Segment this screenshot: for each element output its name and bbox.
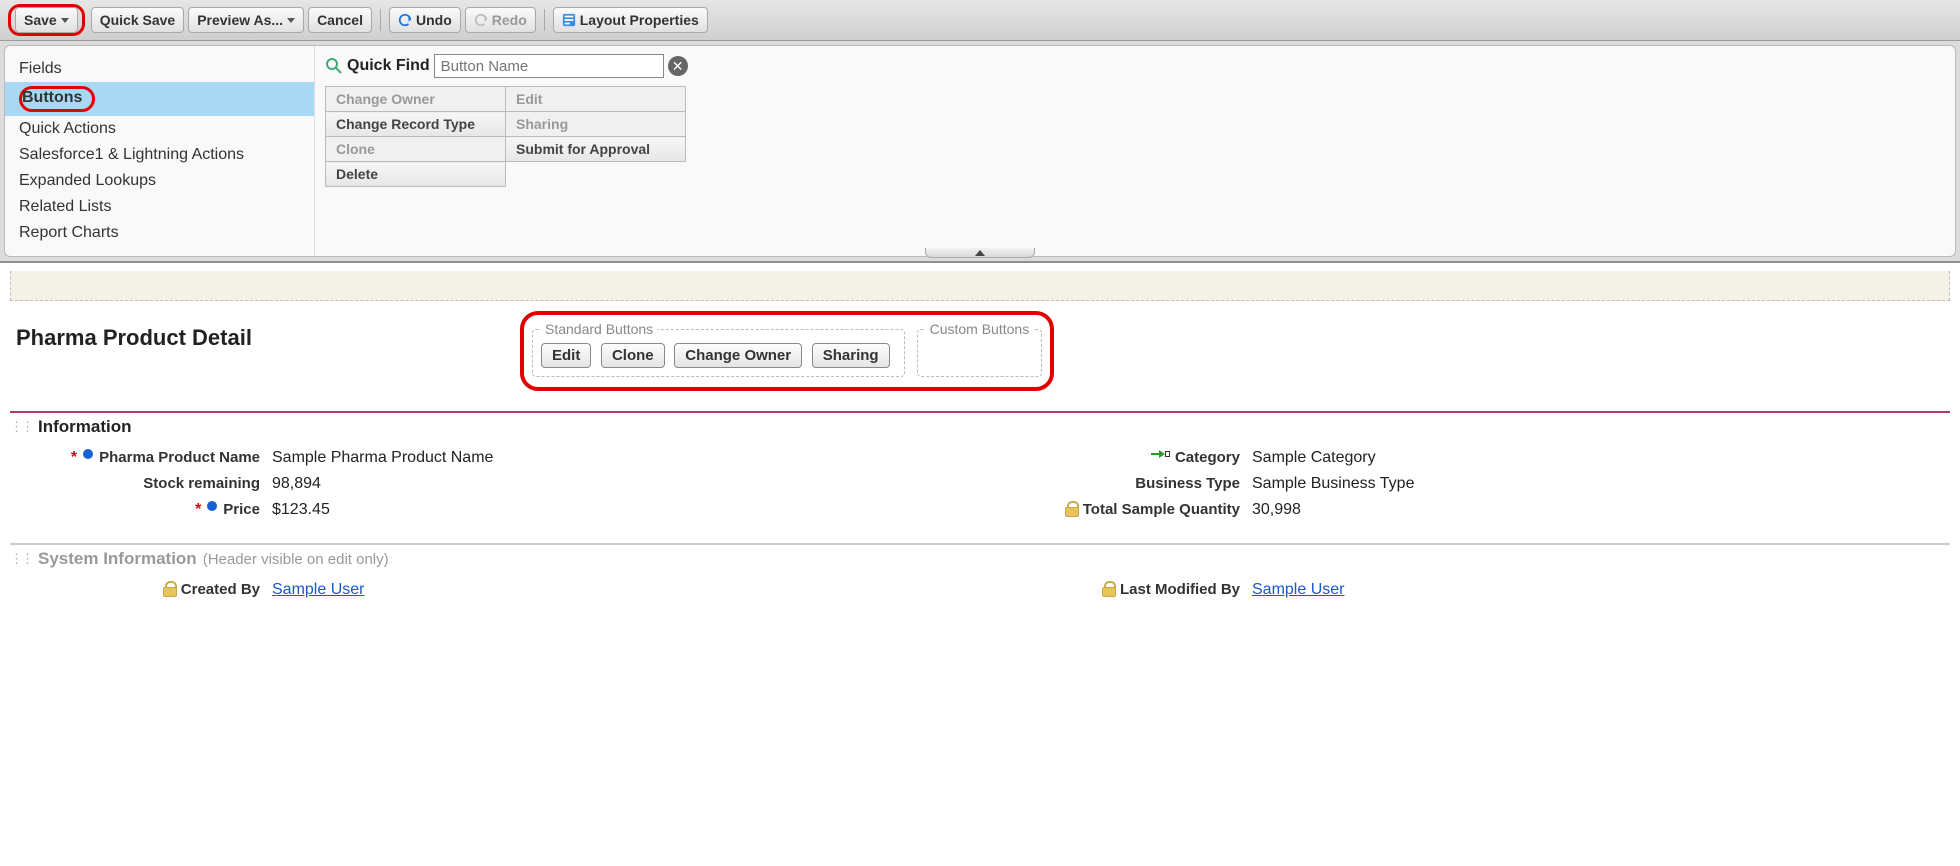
- chevron-down-icon: [287, 18, 295, 23]
- required-icon: *: [71, 449, 77, 467]
- search-icon: [325, 57, 343, 75]
- quick-find-label: Quick Find: [347, 57, 430, 75]
- modified-by-link[interactable]: Sample User: [1252, 581, 1344, 598]
- quick-find-input[interactable]: [434, 54, 664, 78]
- field-label: Last Modified By: [1120, 581, 1240, 598]
- required-icon: *: [195, 501, 201, 519]
- layout-btn-sharing[interactable]: Sharing: [812, 343, 890, 368]
- section-system-information-header[interactable]: ⋮⋮ System Information (Header visible on…: [10, 543, 1950, 569]
- lock-icon: [1102, 581, 1114, 595]
- chevron-up-icon: [975, 250, 985, 256]
- save-button[interactable]: Save: [15, 7, 78, 33]
- custom-buttons-legend: Custom Buttons: [926, 321, 1034, 337]
- save-button-label: Save: [24, 11, 57, 29]
- field-label: Total Sample Quantity: [1083, 501, 1240, 518]
- redo-button: Redo: [465, 7, 536, 33]
- preview-as-button[interactable]: Preview As...: [188, 7, 304, 33]
- palette-btn-change-record-type[interactable]: Change Record Type: [326, 112, 506, 137]
- palette-cat-quick-actions[interactable]: Quick Actions: [5, 116, 314, 142]
- standard-buttons-fieldset[interactable]: Standard Buttons Edit Clone Change Owner…: [532, 321, 905, 377]
- lock-icon: [1065, 501, 1077, 515]
- redo-icon: [474, 13, 488, 27]
- custom-buttons-fieldset[interactable]: Custom Buttons: [917, 321, 1043, 377]
- field-value: 30,998: [1240, 501, 1301, 519]
- field-value: Sample Pharma Product Name: [260, 449, 493, 467]
- field-value: Sample Category: [1240, 449, 1376, 467]
- field-label: Created By: [181, 581, 260, 598]
- field-value: 98,894: [260, 475, 321, 493]
- palette-collapse-handle[interactable]: [925, 248, 1035, 258]
- layout-properties-icon: [562, 13, 576, 27]
- section-system-information-title: System Information: [38, 549, 197, 569]
- highlight-panel[interactable]: [10, 271, 1950, 301]
- quick-save-button[interactable]: Quick Save: [91, 7, 185, 33]
- palette-btn-edit[interactable]: Edit: [506, 87, 686, 112]
- layout-properties-label: Layout Properties: [580, 11, 699, 29]
- palette-cat-sf1-actions[interactable]: Salesforce1 & Lightning Actions: [5, 142, 314, 168]
- palette-btn-clone[interactable]: Clone: [326, 137, 506, 162]
- preview-as-label: Preview As...: [197, 11, 283, 29]
- lock-icon: [163, 581, 175, 595]
- field-category[interactable]: Category Sample Category: [1010, 445, 1950, 471]
- toolbar-separator: [380, 9, 381, 31]
- field-label: Price: [223, 501, 260, 518]
- layout-canvas: Pharma Product Detail Standard Buttons E…: [0, 263, 1960, 633]
- always-display-icon: [207, 501, 217, 511]
- undo-icon: [398, 13, 412, 27]
- chevron-down-icon: [61, 18, 69, 23]
- field-value: Sample Business Type: [1240, 475, 1414, 493]
- grip-icon: ⋮⋮: [10, 419, 32, 435]
- field-value: $123.45: [260, 501, 330, 519]
- palette-btn-change-owner[interactable]: Change Owner: [326, 87, 506, 112]
- always-display-icon: [83, 449, 93, 459]
- palette-button-grid: Change Owner Edit Change Record Type Sha…: [325, 86, 686, 187]
- field-stock-remaining[interactable]: Stock remaining 98,894: [30, 471, 970, 497]
- palette-cat-fields[interactable]: Fields: [5, 56, 314, 82]
- palette-cat-expanded-lookups[interactable]: Expanded Lookups: [5, 168, 314, 194]
- layout-btn-clone[interactable]: Clone: [601, 343, 665, 368]
- section-note: (Header visible on edit only): [203, 551, 389, 568]
- field-label: Pharma Product Name: [99, 449, 260, 466]
- standard-buttons-legend: Standard Buttons: [541, 321, 657, 337]
- palette-cat-related-lists[interactable]: Related Lists: [5, 194, 314, 220]
- section-system-information-body: Created By Sample User Last Modified By …: [10, 569, 1950, 603]
- created-by-link[interactable]: Sample User: [272, 581, 364, 598]
- layout-btn-change-owner[interactable]: Change Owner: [674, 343, 802, 368]
- palette-category-list: Fields Buttons Quick Actions Salesforce1…: [5, 46, 315, 256]
- layout-properties-button[interactable]: Layout Properties: [553, 7, 708, 33]
- controlling-field-icon: [1151, 449, 1169, 459]
- section-information-header[interactable]: ⋮⋮ Information: [10, 411, 1950, 437]
- field-label: Category: [1175, 449, 1240, 466]
- field-label: Stock remaining: [143, 475, 260, 492]
- palette-cat-report-charts[interactable]: Report Charts: [5, 220, 314, 246]
- palette-panel: Fields Buttons Quick Actions Salesforce1…: [0, 41, 1960, 263]
- grip-icon: ⋮⋮: [10, 551, 32, 567]
- layout-btn-edit[interactable]: Edit: [541, 343, 591, 368]
- section-information-body: * Pharma Product Name Sample Pharma Prod…: [10, 437, 1950, 523]
- field-total-sample-quantity[interactable]: Total Sample Quantity 30,998: [1010, 497, 1950, 523]
- detail-buttons-area: Standard Buttons Edit Clone Change Owner…: [520, 311, 1950, 391]
- field-created-by[interactable]: Created By Sample User: [30, 577, 970, 603]
- field-price[interactable]: * Price $123.45: [30, 497, 970, 523]
- cancel-button[interactable]: Cancel: [308, 7, 372, 33]
- field-label: Business Type: [1135, 475, 1240, 492]
- toolbar-separator: [544, 9, 545, 31]
- palette-btn-sharing[interactable]: Sharing: [506, 112, 686, 137]
- field-last-modified-by[interactable]: Last Modified By Sample User: [1010, 577, 1950, 603]
- palette-items: Quick Find ✕ Change Owner Edit Change Re…: [315, 46, 1955, 256]
- palette-cat-buttons[interactable]: Buttons: [5, 82, 314, 116]
- section-information-title: Information: [38, 417, 132, 437]
- field-business-type[interactable]: Business Type Sample Business Type: [1010, 471, 1950, 497]
- main-toolbar: Save Quick Save Preview As... Cancel Und…: [0, 0, 1960, 41]
- palette-btn-submit-approval[interactable]: Submit for Approval: [506, 137, 686, 162]
- undo-label: Undo: [416, 11, 452, 29]
- quick-find-clear-icon[interactable]: ✕: [668, 56, 688, 76]
- redo-label: Redo: [492, 11, 527, 29]
- palette-btn-delete[interactable]: Delete: [326, 162, 506, 187]
- palette-cat-buttons-label: Buttons: [22, 89, 82, 106]
- undo-button[interactable]: Undo: [389, 7, 461, 33]
- field-pharma-product-name[interactable]: * Pharma Product Name Sample Pharma Prod…: [30, 445, 970, 471]
